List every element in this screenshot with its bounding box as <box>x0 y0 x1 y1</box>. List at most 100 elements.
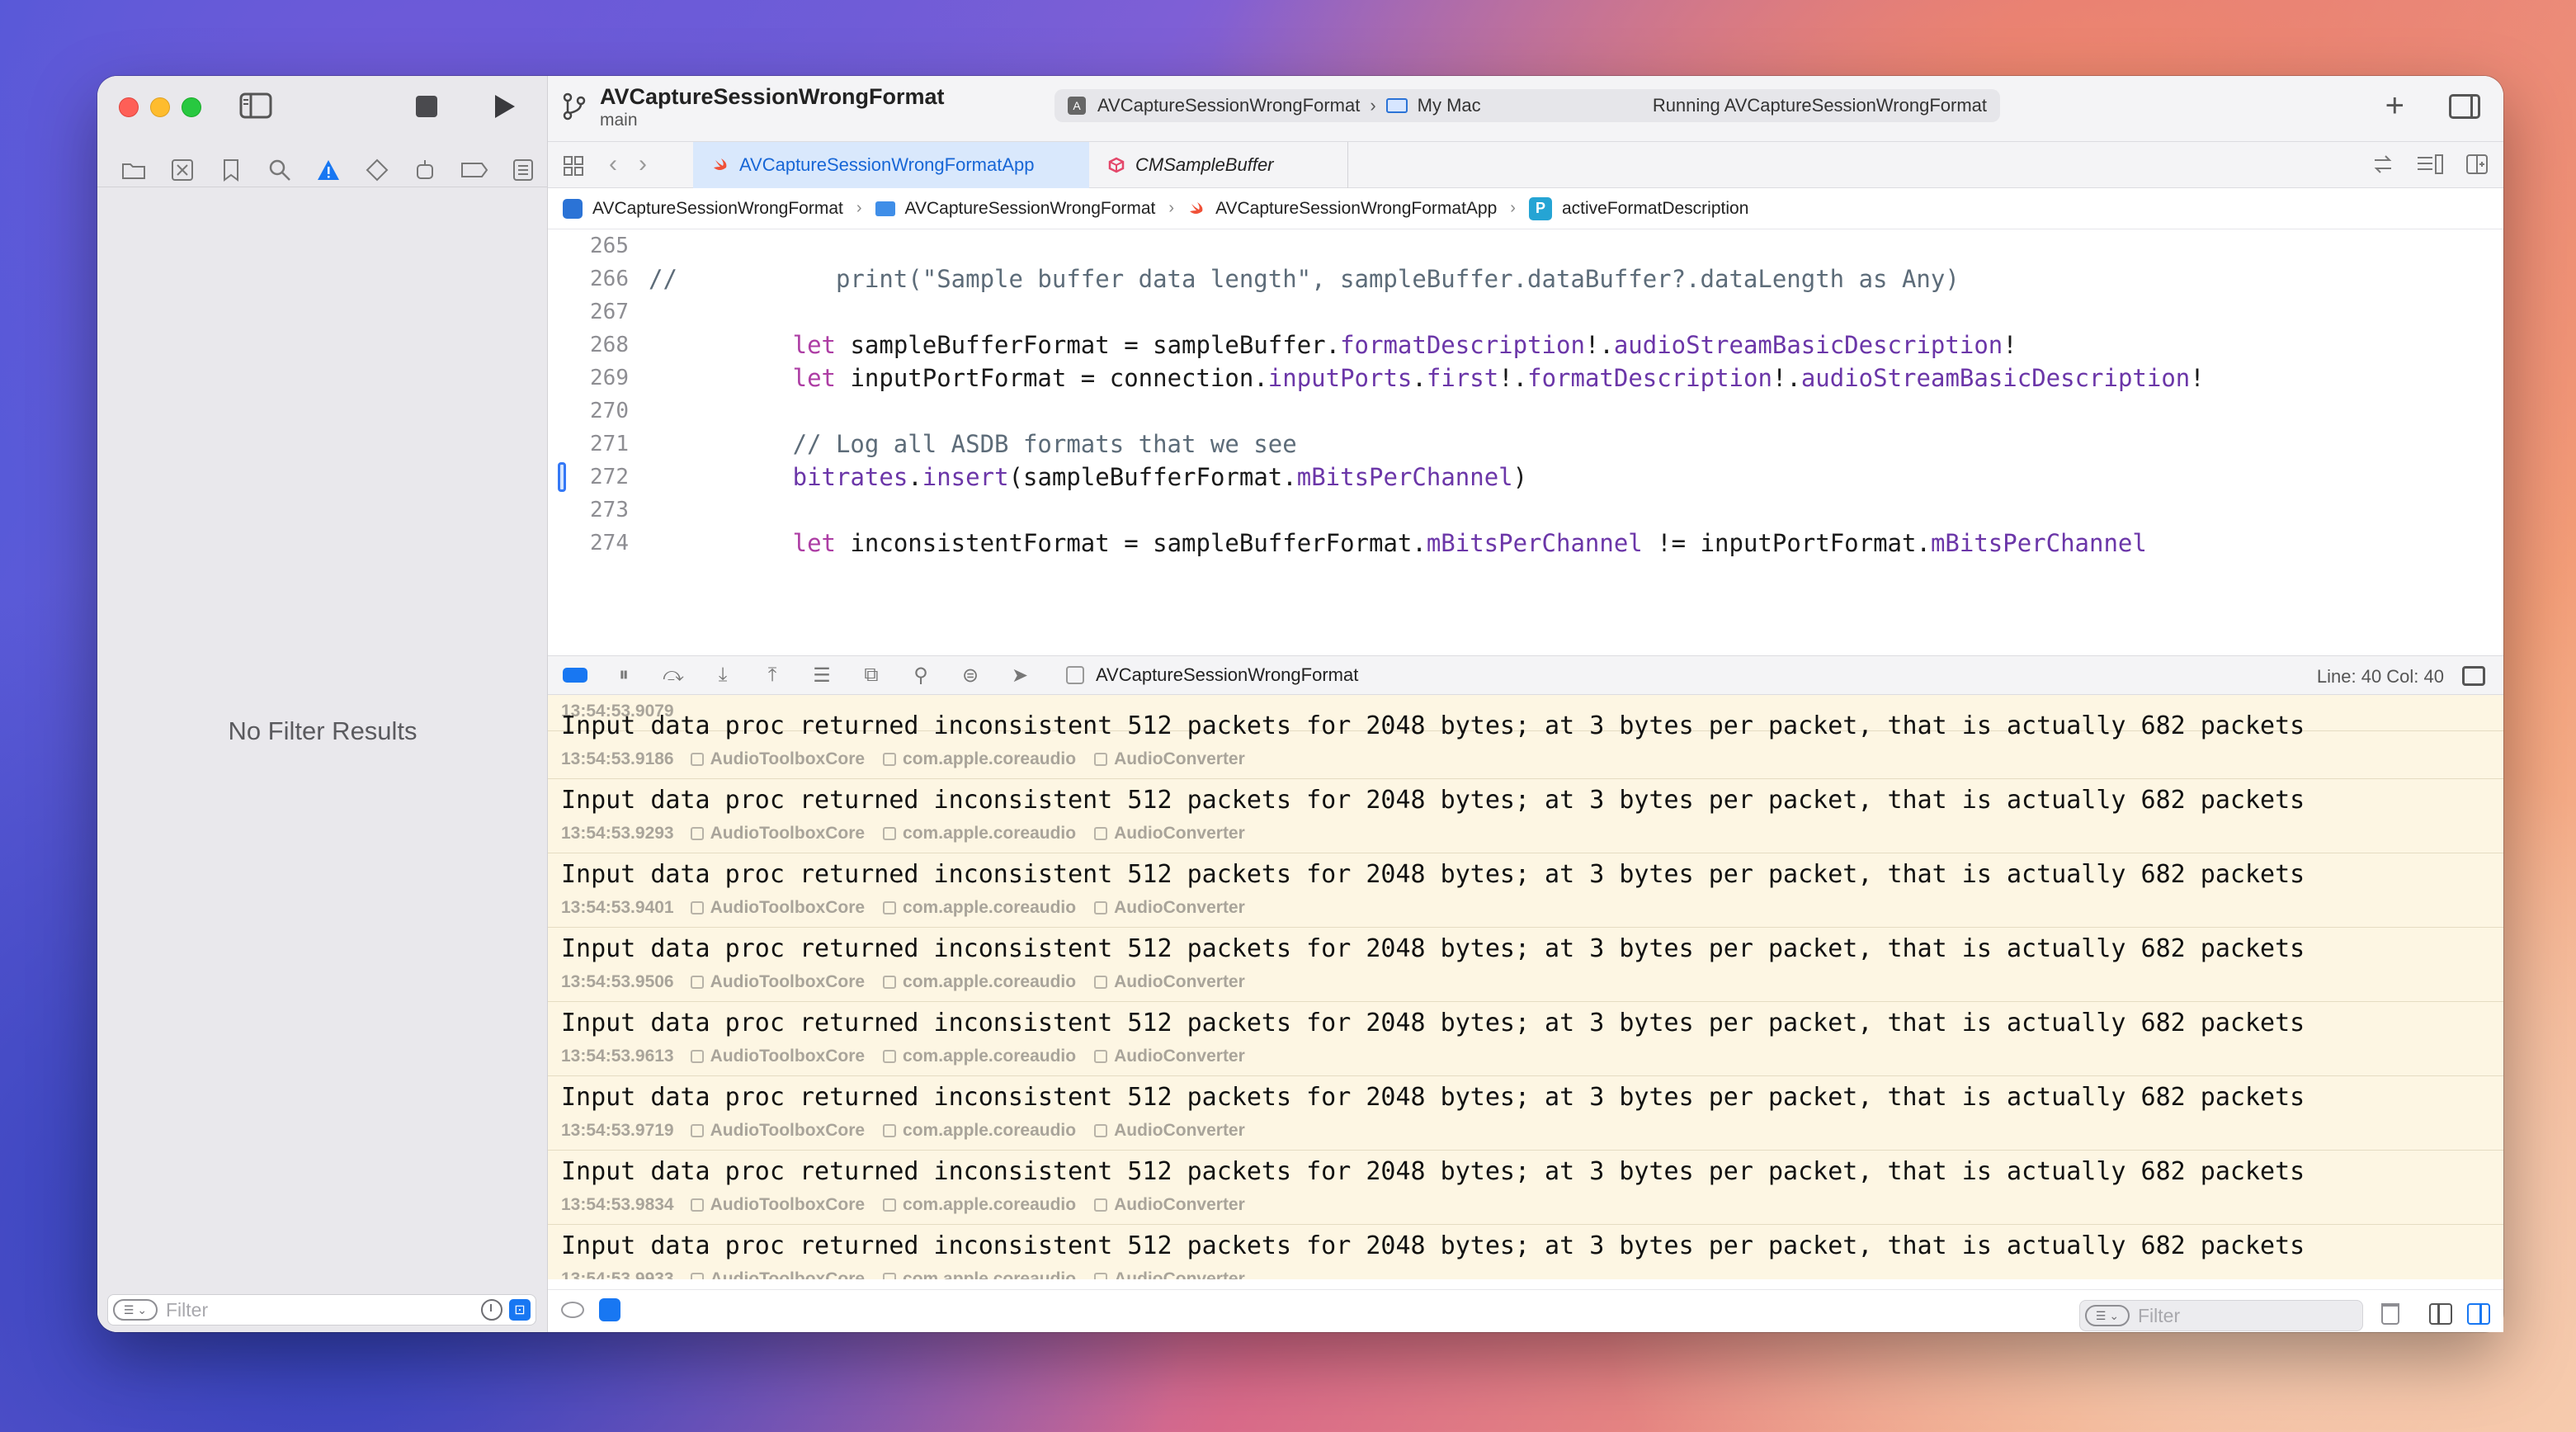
memory-graph-icon[interactable]: ⧉ <box>860 664 883 687</box>
step-out-icon[interactable]: ⤒ <box>761 664 784 687</box>
jumpbar-project[interactable]: AVCaptureSessionWrongFormat <box>563 198 843 219</box>
log-entry[interactable]: Input data proc returned inconsistent 51… <box>548 705 2503 779</box>
line-number: 265 <box>590 234 629 258</box>
activity-bar[interactable]: A AVCaptureSessionWrongFormat › My Mac R… <box>1054 89 2000 122</box>
empty-state-message: No Filter Results <box>228 716 418 745</box>
trash-icon[interactable] <box>2381 1303 2399 1325</box>
code-line: 267 <box>548 295 629 328</box>
subsystem-icon <box>883 901 897 914</box>
minimize-button[interactable] <box>150 97 170 117</box>
scm-filter-icon[interactable]: ⊡ <box>509 1299 531 1321</box>
bookmark-icon[interactable] <box>206 154 255 187</box>
log-timestamp: 13:54:53.9293 <box>561 824 674 843</box>
source-editor[interactable]: 265 266 // print("Sample buffer data len… <box>548 229 2503 655</box>
location-icon[interactable]: ➤ <box>1008 664 1031 687</box>
log-entry[interactable]: Input data proc returned inconsistent 51… <box>548 1002 2503 1076</box>
jumpbar-label: activeFormatDescription <box>1561 198 1749 218</box>
source-control-icon[interactable] <box>158 154 206 187</box>
subsystem-icon <box>883 1198 897 1212</box>
log-category: AudioConverter <box>1114 972 1245 991</box>
category-icon <box>1094 753 1108 766</box>
process-selector[interactable]: AVCaptureSessionWrongFormat <box>1066 664 1358 686</box>
eye-icon[interactable] <box>561 1302 584 1318</box>
jumpbar-folder[interactable]: AVCaptureSessionWrongFormat <box>875 199 1155 219</box>
code-line: 266 // print("Sample buffer data length"… <box>548 262 1960 295</box>
log-timestamp: 13:54:53.9933 <box>561 1269 674 1279</box>
breakpoints-toggle-icon[interactable] <box>563 668 587 683</box>
jumpbar-symbol[interactable]: PactiveFormatDescription <box>1528 196 1749 220</box>
log-library: AudioToolboxCore <box>710 1269 866 1279</box>
code-text: bitrates.insert(sampleBufferFormat.mBits… <box>792 463 1528 491</box>
log-metadata: 13:54:53.9401 AudioToolboxCore com.apple… <box>561 898 1245 918</box>
show-console-icon[interactable] <box>2467 1303 2490 1325</box>
branch-name[interactable]: main <box>600 111 638 130</box>
app-scheme-icon: A <box>1068 97 1086 115</box>
filter-options-icon[interactable]: ☰ ⌄ <box>2085 1305 2130 1326</box>
subsystem-icon <box>883 1050 897 1063</box>
log-entry[interactable]: Input data proc returned inconsistent 51… <box>548 779 2503 853</box>
jump-bar: AVCaptureSessionWrongFormat › AVCaptureS… <box>548 188 2503 229</box>
log-entry[interactable]: Input data proc returned inconsistent 51… <box>548 1076 2503 1151</box>
step-into-icon[interactable]: ⤓ <box>711 664 734 687</box>
pause-icon[interactable]: ⏸ <box>612 664 635 687</box>
scheme-name[interactable]: AVCaptureSessionWrongFormat <box>1097 95 1360 116</box>
log-subsystem: com.apple.coreaudio <box>903 1269 1077 1279</box>
add-icon[interactable]: + <box>2385 87 2404 125</box>
recent-files-icon[interactable] <box>481 1299 502 1321</box>
destination-name[interactable]: My Mac <box>1418 95 1481 116</box>
chevron-right-icon: › <box>1370 95 1376 116</box>
log-entry[interactable]: Input data proc returned inconsistent 51… <box>548 928 2503 1002</box>
log-entry[interactable]: Input data proc returned inconsistent 51… <box>548 1225 2503 1279</box>
inspector-toggle-icon[interactable] <box>2449 94 2480 119</box>
zoom-button[interactable] <box>182 97 201 117</box>
hide-debug-area-icon[interactable] <box>2462 666 2485 686</box>
forward-icon[interactable]: › <box>639 150 647 178</box>
close-button[interactable] <box>119 97 139 117</box>
warning-icon[interactable] <box>304 154 352 187</box>
change-indicator[interactable] <box>558 462 566 492</box>
console-filter-bar: ☰ ⌄ Filter <box>548 1289 2503 1332</box>
related-items-icon[interactable] <box>563 155 584 181</box>
run-icon[interactable] <box>492 92 517 125</box>
breakpoint-icon[interactable] <box>451 154 499 187</box>
variables-view-icon[interactable] <box>599 1298 620 1321</box>
overrides-icon[interactable]: ⊜ <box>959 664 982 687</box>
log-entry[interactable]: Input data proc returned inconsistent 51… <box>548 853 2503 928</box>
branch-icon[interactable] <box>563 92 586 125</box>
step-over-icon[interactable]: ⤼ <box>662 664 685 687</box>
subsystem-icon <box>883 1124 897 1137</box>
split-editor-icon[interactable] <box>2465 154 2489 179</box>
stop-icon[interactable] <box>416 96 437 117</box>
filter-options-icon[interactable]: ☰ ⌄ <box>113 1299 158 1321</box>
log-message: Input data proc returned inconsistent 51… <box>561 860 2305 889</box>
navigator-filter-field[interactable]: ☰ ⌄ Filter ⊡ <box>107 1294 536 1326</box>
sidebar-toggle-icon[interactable] <box>239 92 272 123</box>
log-subsystem: com.apple.coreaudio <box>903 1195 1077 1214</box>
back-icon[interactable]: ‹ <box>609 150 617 178</box>
window-controls <box>119 97 201 117</box>
view-hierarchy-icon[interactable]: ☰ <box>810 664 833 687</box>
swap-icon[interactable] <box>2371 154 2394 179</box>
test-icon[interactable] <box>353 154 402 187</box>
log-entry[interactable]: Input data proc returned inconsistent 51… <box>548 1151 2503 1225</box>
folder-icon[interactable] <box>109 154 158 187</box>
category-icon <box>1094 976 1108 989</box>
console-filter-placeholder: Filter <box>2138 1304 2181 1326</box>
console-filter-field[interactable]: ☰ ⌄ Filter <box>2079 1300 2363 1331</box>
tab-cmsamplebuffer[interactable]: CMSampleBuffer <box>1089 142 1348 188</box>
tab-avcapturesessionwrongformatapp[interactable]: AVCaptureSessionWrongFormatApp <box>693 142 1089 188</box>
project-title: AVCaptureSessionWrongFormat <box>600 84 945 109</box>
report-icon[interactable] <box>499 154 548 187</box>
line-number: 266 <box>590 267 629 291</box>
search-icon[interactable] <box>255 154 304 187</box>
environment-icon[interactable]: ⚲ <box>909 664 932 687</box>
jumpbar-file[interactable]: AVCaptureSessionWrongFormatApp <box>1187 199 1497 219</box>
console-output[interactable]: 13:54:53.9079 Input data proc returned i… <box>548 695 2503 1279</box>
log-message: Input data proc returned inconsistent 51… <box>561 711 2305 740</box>
code-line: 274 let inconsistentFormat = sampleBuffe… <box>548 527 2147 560</box>
show-variables-icon[interactable] <box>2429 1303 2452 1325</box>
code-line: 269 let inputPortFormat = connection.inp… <box>548 362 2205 395</box>
toolbar: AVCaptureSessionWrongFormat main A AVCap… <box>548 76 2503 142</box>
editor-options-icon[interactable] <box>2416 154 2444 179</box>
debug-icon[interactable] <box>402 154 451 187</box>
